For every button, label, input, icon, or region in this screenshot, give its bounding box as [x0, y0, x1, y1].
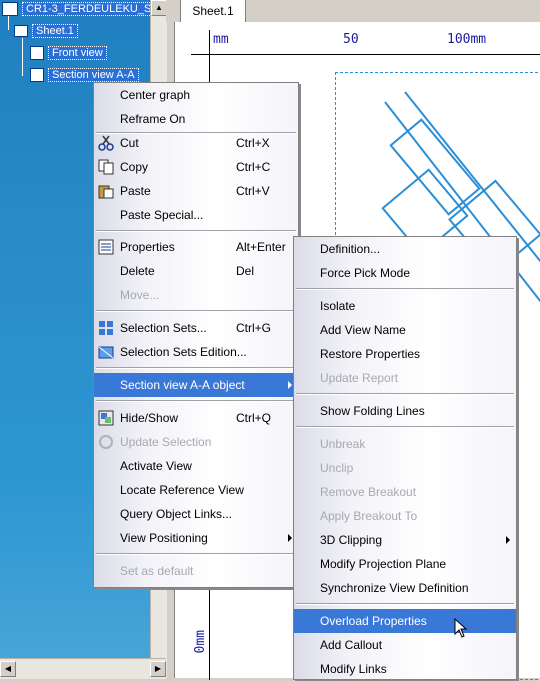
- menu-separator: [96, 367, 296, 369]
- submenu-unbreak[interactable]: Unbreak: [294, 432, 516, 456]
- copy-icon: [98, 159, 114, 175]
- selection-sets-edition-icon: [98, 346, 114, 359]
- view-icon: [30, 46, 44, 60]
- submenu-apply-breakout-to[interactable]: Apply Breakout To: [294, 504, 516, 528]
- submenu-force-pick-mode[interactable]: Force Pick Mode: [294, 261, 516, 285]
- ruler-unit-label: mm: [213, 32, 229, 47]
- scroll-left-button[interactable]: ◀: [0, 661, 16, 677]
- menu-separator: [96, 553, 296, 555]
- menu-separator: [296, 426, 514, 428]
- ruler-100-label: 100mm: [447, 32, 487, 47]
- submenu-show-folding-lines[interactable]: Show Folding Lines: [294, 399, 516, 423]
- tree-front-view-label: Front view: [48, 46, 107, 60]
- menu-separator: [296, 603, 514, 605]
- tab-sheet-1[interactable]: Sheet.1: [180, 0, 246, 23]
- tree-connector: [22, 38, 23, 76]
- selection-sets-icon: [99, 321, 113, 335]
- menu-update-selection[interactable]: Update Selection: [94, 430, 298, 454]
- submenu-definition[interactable]: Definition...: [294, 237, 516, 261]
- submenu-arrow-icon: [288, 381, 292, 389]
- menu-separator: [296, 393, 514, 395]
- menu-activate-view[interactable]: Activate View: [94, 454, 298, 478]
- tree-sheet-node[interactable]: Sheet.1: [14, 24, 78, 38]
- menu-center-graph[interactable]: Center graph: [94, 83, 298, 107]
- menu-delete[interactable]: Delete Del: [94, 259, 298, 283]
- tree-section-view-label: Section view A-A: [48, 68, 139, 82]
- menu-separator: [96, 310, 296, 312]
- scroll-right-button[interactable]: ▶: [150, 661, 166, 677]
- submenu-remove-breakout[interactable]: Remove Breakout: [294, 480, 516, 504]
- menu-selection-sets[interactable]: Selection Sets... Ctrl+G: [94, 316, 298, 340]
- submenu-overload-properties[interactable]: Overload Properties: [294, 609, 516, 633]
- menu-selection-sets-edition[interactable]: Selection Sets Edition...: [94, 340, 298, 364]
- tree-horizontal-scrollbar[interactable]: ◀ ▶: [0, 658, 166, 679]
- section-view-icon: [30, 68, 44, 82]
- menu-separator: [96, 400, 296, 402]
- submenu-synchronize-view-definition[interactable]: Synchronize View Definition: [294, 576, 516, 600]
- drawing-icon: [2, 2, 18, 16]
- ruler-50-label: 50: [343, 32, 359, 47]
- tree-front-view-node[interactable]: Front view: [30, 46, 107, 60]
- sheet-tab-bar: Sheet.1: [166, 0, 540, 23]
- properties-icon: [98, 239, 114, 255]
- submenu-restore-properties[interactable]: Restore Properties: [294, 342, 516, 366]
- menu-section-view-object[interactable]: Section view A-A object: [94, 373, 298, 397]
- section-view-submenu: Definition... Force Pick Mode Isolate Ad…: [293, 236, 517, 680]
- paste-icon: [98, 185, 114, 199]
- submenu-isolate[interactable]: Isolate: [294, 294, 516, 318]
- submenu-modify-projection-plane[interactable]: Modify Projection Plane: [294, 552, 516, 576]
- update-icon: [99, 435, 113, 449]
- submenu-add-callout[interactable]: Add Callout: [294, 633, 516, 657]
- menu-hide-show[interactable]: Hide/Show Ctrl+Q: [94, 406, 298, 430]
- menu-locate-reference-view[interactable]: Locate Reference View: [94, 478, 298, 502]
- menu-separator: [96, 230, 296, 232]
- menu-paste[interactable]: Paste Ctrl+V: [94, 179, 298, 203]
- tree-section-view-node[interactable]: Section view A-A: [30, 68, 139, 82]
- menu-set-as-default[interactable]: Set as default: [94, 559, 298, 583]
- menu-view-positioning[interactable]: View Positioning: [94, 526, 298, 550]
- menu-reframe-on[interactable]: Reframe On: [94, 107, 298, 131]
- tree-connector: [8, 16, 9, 30]
- sheet-icon: [14, 25, 28, 37]
- top-ruler: mm 50 100mm: [191, 30, 540, 55]
- scroll-up-button[interactable]: ▲: [151, 0, 167, 16]
- scissors-icon: [98, 135, 114, 151]
- submenu-add-view-name[interactable]: Add View Name: [294, 318, 516, 342]
- menu-move[interactable]: Move...: [94, 283, 298, 307]
- submenu-arrow-icon: [506, 536, 510, 544]
- menu-separator: [296, 288, 514, 290]
- ruler-left-label: 0mm: [193, 630, 208, 654]
- menu-paste-special[interactable]: Paste Special...: [94, 203, 298, 227]
- hide-show-icon: [98, 410, 114, 426]
- menu-query-object-links[interactable]: Query Object Links...: [94, 502, 298, 526]
- context-menu: Center graph Reframe On Cut Ctrl+X Copy Ct…: [93, 82, 299, 588]
- submenu-update-report[interactable]: Update Report: [294, 366, 516, 390]
- submenu-unclip[interactable]: Unclip: [294, 456, 516, 480]
- tree-sheet-label: Sheet.1: [32, 24, 78, 38]
- submenu-arrow-icon: [288, 534, 292, 542]
- mouse-pointer-icon: [454, 618, 468, 638]
- submenu-3d-clipping[interactable]: 3D Clipping: [294, 528, 516, 552]
- menu-copy[interactable]: Copy Ctrl+C: [94, 155, 298, 179]
- submenu-modify-links[interactable]: Modify Links: [294, 657, 516, 681]
- menu-properties[interactable]: Properties Alt+Enter: [94, 235, 298, 259]
- menu-cut[interactable]: Cut Ctrl+X: [94, 131, 298, 155]
